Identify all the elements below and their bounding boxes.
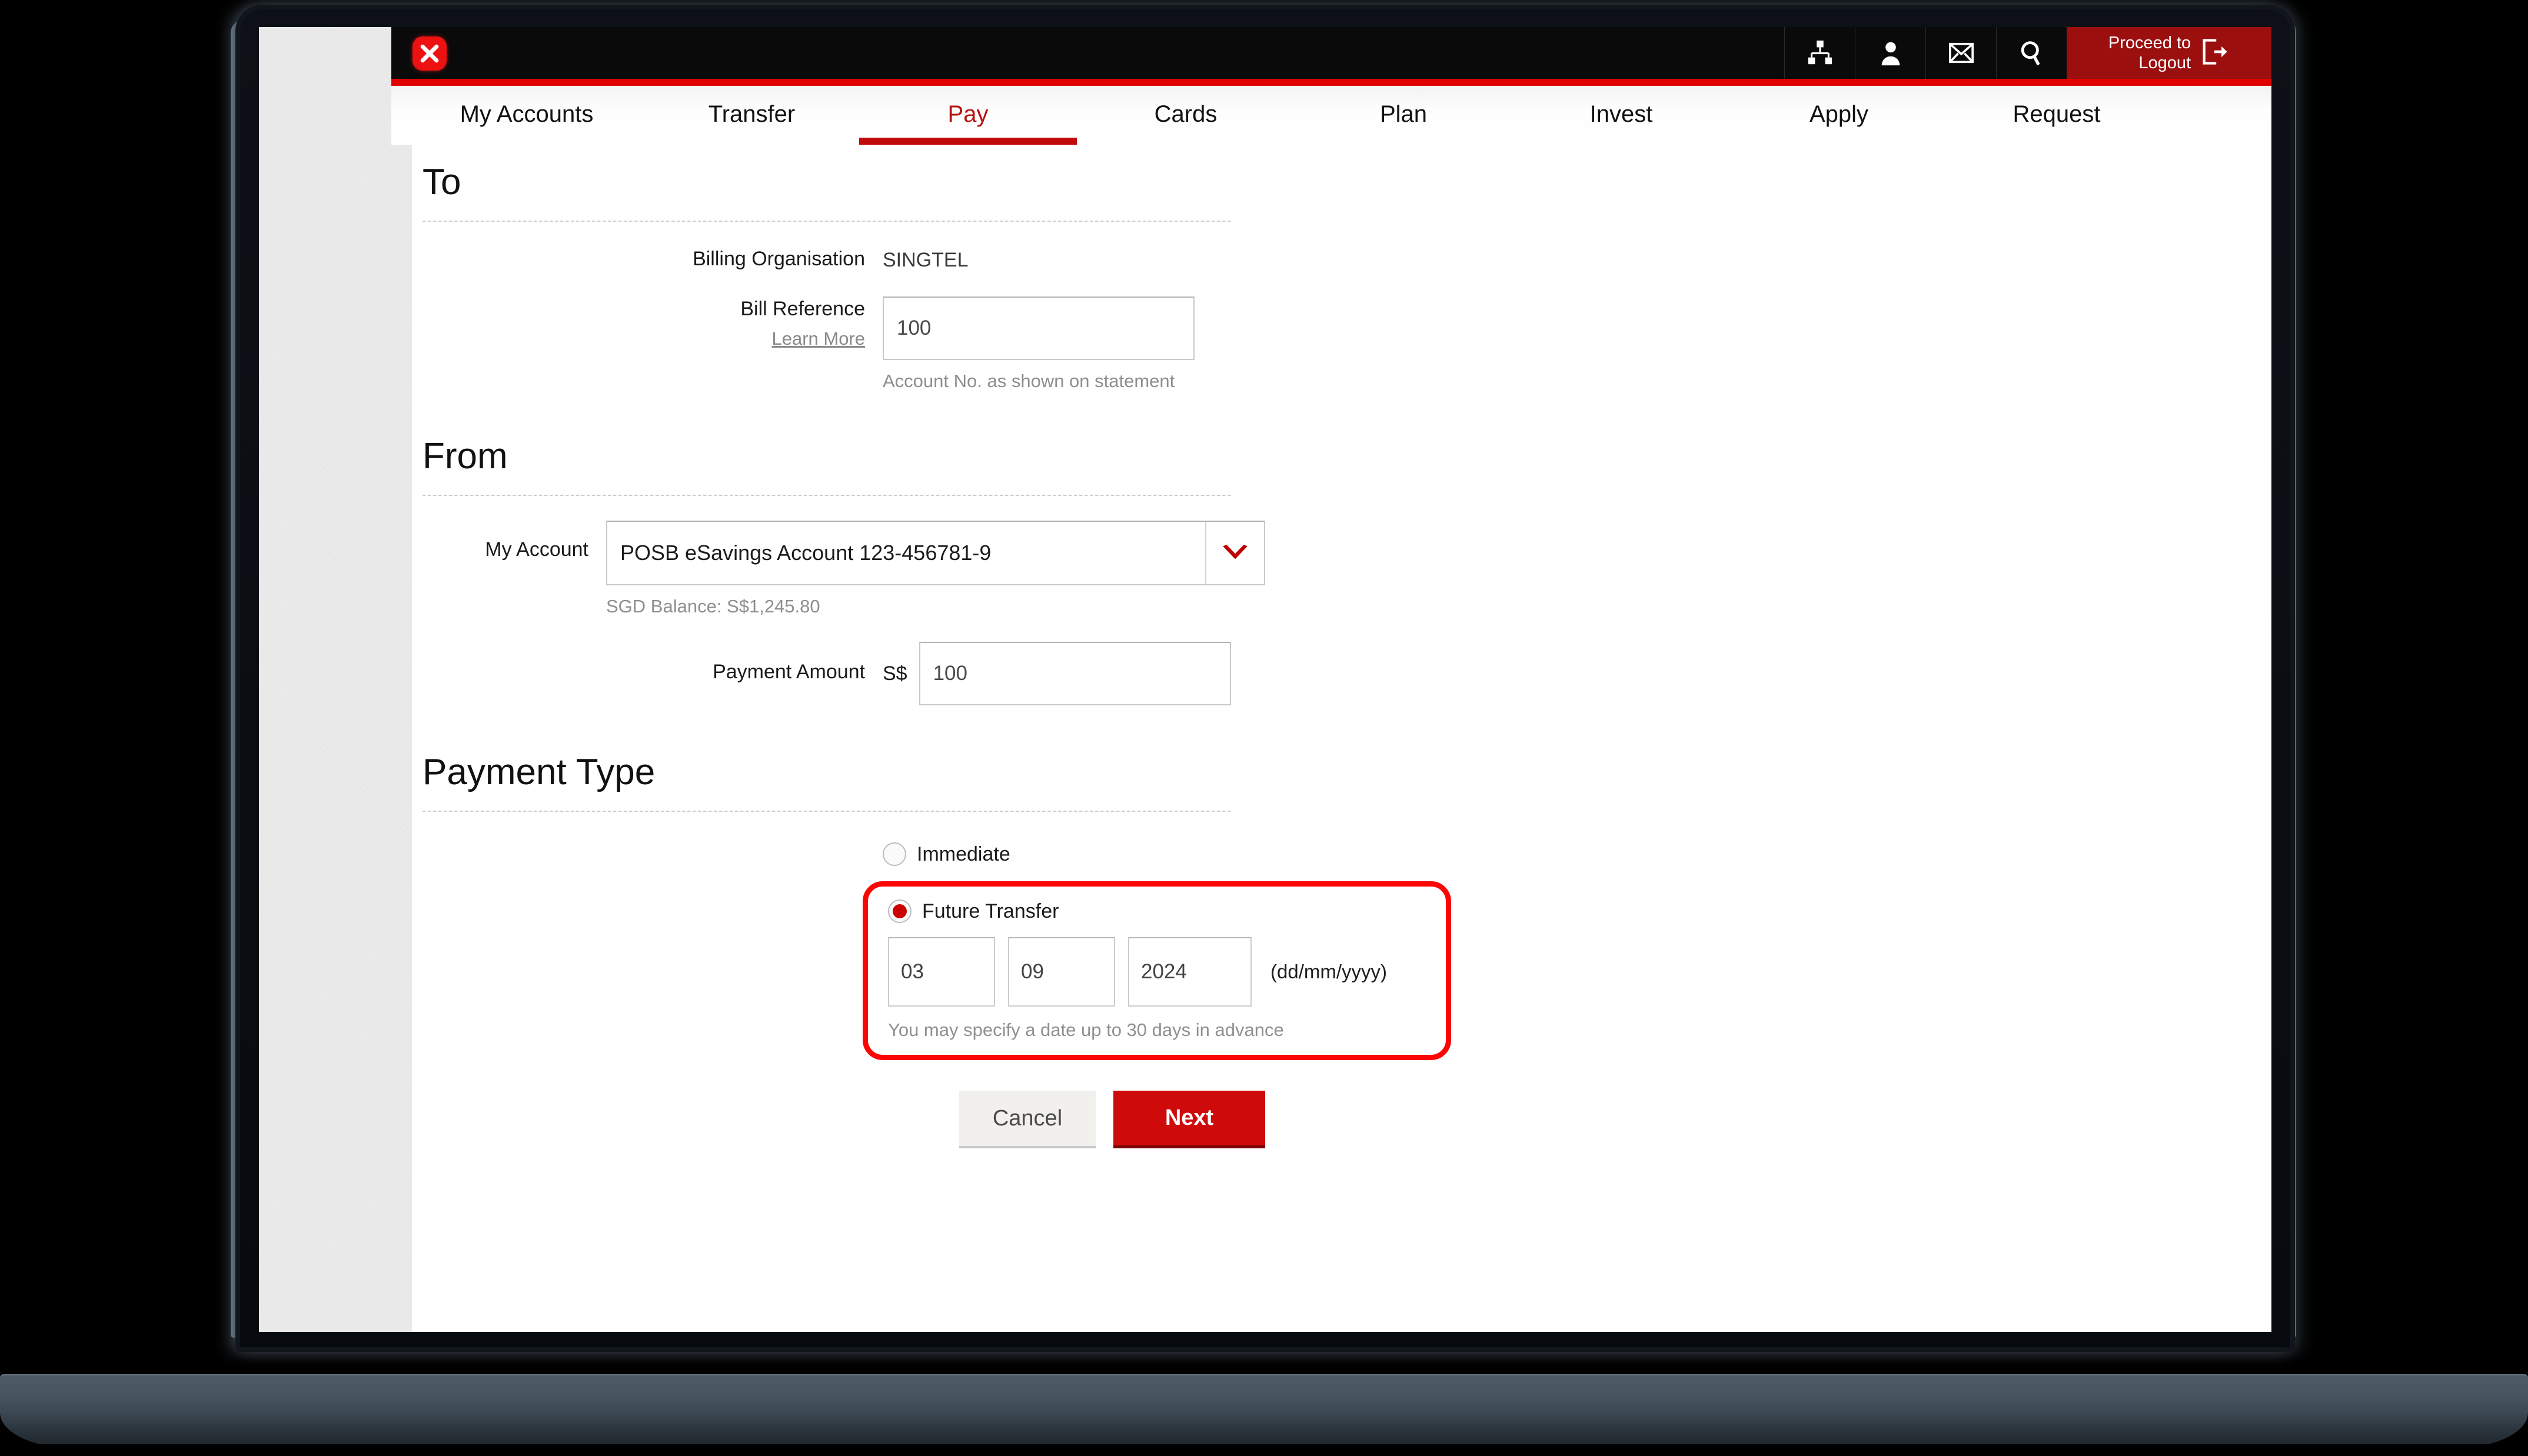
nav-tab-label: My Accounts [460, 101, 594, 127]
immediate-label: Immediate [917, 843, 1010, 866]
nav-tab-apply[interactable]: Apply [1730, 86, 1948, 145]
date-month-input[interactable] [1008, 937, 1115, 1007]
from-section-title: From [412, 419, 1265, 477]
nav-tab-label: Transfer [708, 101, 795, 127]
payment-type-section-title: Payment Type [412, 735, 1265, 793]
header-icon-group [1784, 27, 2067, 79]
bill-reference-input[interactable] [883, 296, 1195, 360]
app-header: Proceed to Logout [391, 27, 2271, 79]
future-transfer-label: Future Transfer [922, 900, 1059, 923]
my-account-selected-value: POSB eSavings Account 123-456781-9 [607, 522, 1205, 584]
section-divider [423, 221, 1233, 222]
cancel-button[interactable]: Cancel [959, 1091, 1096, 1148]
billing-organisation-label: Billing Organisation [412, 246, 883, 272]
date-format-hint: (dd/mm/yyyy) [1270, 961, 1387, 983]
laptop-scene: Proceed to Logout My Accounts Transfer [0, 0, 2528, 1456]
future-transfer-highlight-box: Future Transfer (dd/mm/yyyy) You may spe… [863, 881, 1451, 1060]
header-accent-stripe [391, 79, 2271, 86]
payment-form-panel: To Billing Organisation SINGTEL Bill Ref… [412, 145, 2271, 1332]
date-year-input[interactable] [1128, 937, 1252, 1007]
section-divider [423, 495, 1233, 496]
nav-tab-cards[interactable]: Cards [1077, 86, 1295, 145]
exit-door-icon [2199, 36, 2230, 70]
laptop-base [0, 1374, 2528, 1448]
nav-tab-label: Apply [1809, 101, 1868, 127]
bill-reference-label-text: Bill Reference [740, 298, 865, 320]
mail-icon[interactable] [1925, 27, 1996, 79]
chevron-down-icon[interactable] [1205, 522, 1264, 584]
immediate-radio-option[interactable]: Immediate [883, 842, 1265, 866]
future-transfer-radio-option[interactable]: Future Transfer [888, 899, 1428, 923]
payment-amount-label: Payment Amount [412, 642, 883, 685]
scene-bottom-shadow [0, 1444, 2528, 1456]
nav-tab-label: Plan [1380, 101, 1427, 127]
to-section-title: To [412, 145, 1265, 203]
nav-tab-request[interactable]: Request [1948, 86, 2166, 145]
nav-tab-label: Request [2013, 101, 2101, 127]
form-column: To Billing Organisation SINGTEL Bill Ref… [412, 145, 1265, 1148]
date-day-input[interactable] [888, 937, 995, 1007]
payment-amount-row: Payment Amount S$ [412, 642, 1265, 705]
logout-label: Proceed to Logout [2108, 33, 2191, 73]
nav-tab-invest[interactable]: Invest [1512, 86, 1730, 145]
nav-tab-label: Pay [948, 101, 989, 127]
radio-future-transfer-icon[interactable] [888, 899, 912, 923]
future-transfer-note: You may specify a date up to 30 days in … [888, 1019, 1428, 1041]
search-icon[interactable] [1996, 27, 2067, 79]
my-account-select[interactable]: POSB eSavings Account 123-456781-9 [606, 521, 1265, 585]
active-tab-underline [859, 138, 1077, 145]
nav-tab-label: Invest [1590, 101, 1653, 127]
bill-reference-row: Bill Reference Learn More Account No. as… [412, 296, 1265, 392]
account-balance-text: SGD Balance: S$1,245.80 [606, 596, 1265, 617]
my-account-label: My Account [412, 521, 606, 562]
payment-amount-input[interactable] [919, 642, 1231, 705]
laptop-screen: Proceed to Logout My Accounts Transfer [259, 27, 2271, 1332]
sitemap-icon[interactable] [1784, 27, 1855, 79]
next-button[interactable]: Next [1113, 1091, 1265, 1148]
nav-tab-label: Cards [1155, 101, 1218, 127]
form-actions: Cancel Next [412, 1091, 1265, 1148]
learn-more-link[interactable]: Learn More [412, 328, 865, 351]
dbs-x-logo[interactable] [413, 36, 447, 71]
currency-prefix: S$ [883, 662, 907, 685]
radio-immediate-icon[interactable] [883, 842, 906, 866]
future-date-fields: (dd/mm/yyyy) [888, 937, 1428, 1007]
payment-type-options: Immediate Future Transfer (dd/mm/yyyy) [412, 842, 1265, 1060]
billing-organisation-value: SINGTEL [883, 246, 968, 272]
nav-tab-plan[interactable]: Plan [1295, 86, 1512, 145]
bill-reference-label: Bill Reference Learn More [412, 296, 883, 350]
proceed-to-logout-button[interactable]: Proceed to Logout [2067, 27, 2271, 79]
nav-tab-my-accounts[interactable]: My Accounts [409, 86, 644, 145]
section-divider [423, 811, 1233, 812]
nav-tab-transfer[interactable]: Transfer [644, 86, 859, 145]
bill-reference-hint: Account No. as shown on statement [883, 371, 1195, 392]
my-account-row: My Account POSB eSavings Account 123-456… [412, 521, 1265, 617]
main-navigation: My Accounts Transfer Pay Cards Plan Inve… [391, 86, 2271, 145]
billing-organisation-row: Billing Organisation SINGTEL [412, 246, 1265, 272]
profile-icon[interactable] [1855, 27, 1925, 79]
nav-tab-pay[interactable]: Pay [859, 86, 1077, 145]
